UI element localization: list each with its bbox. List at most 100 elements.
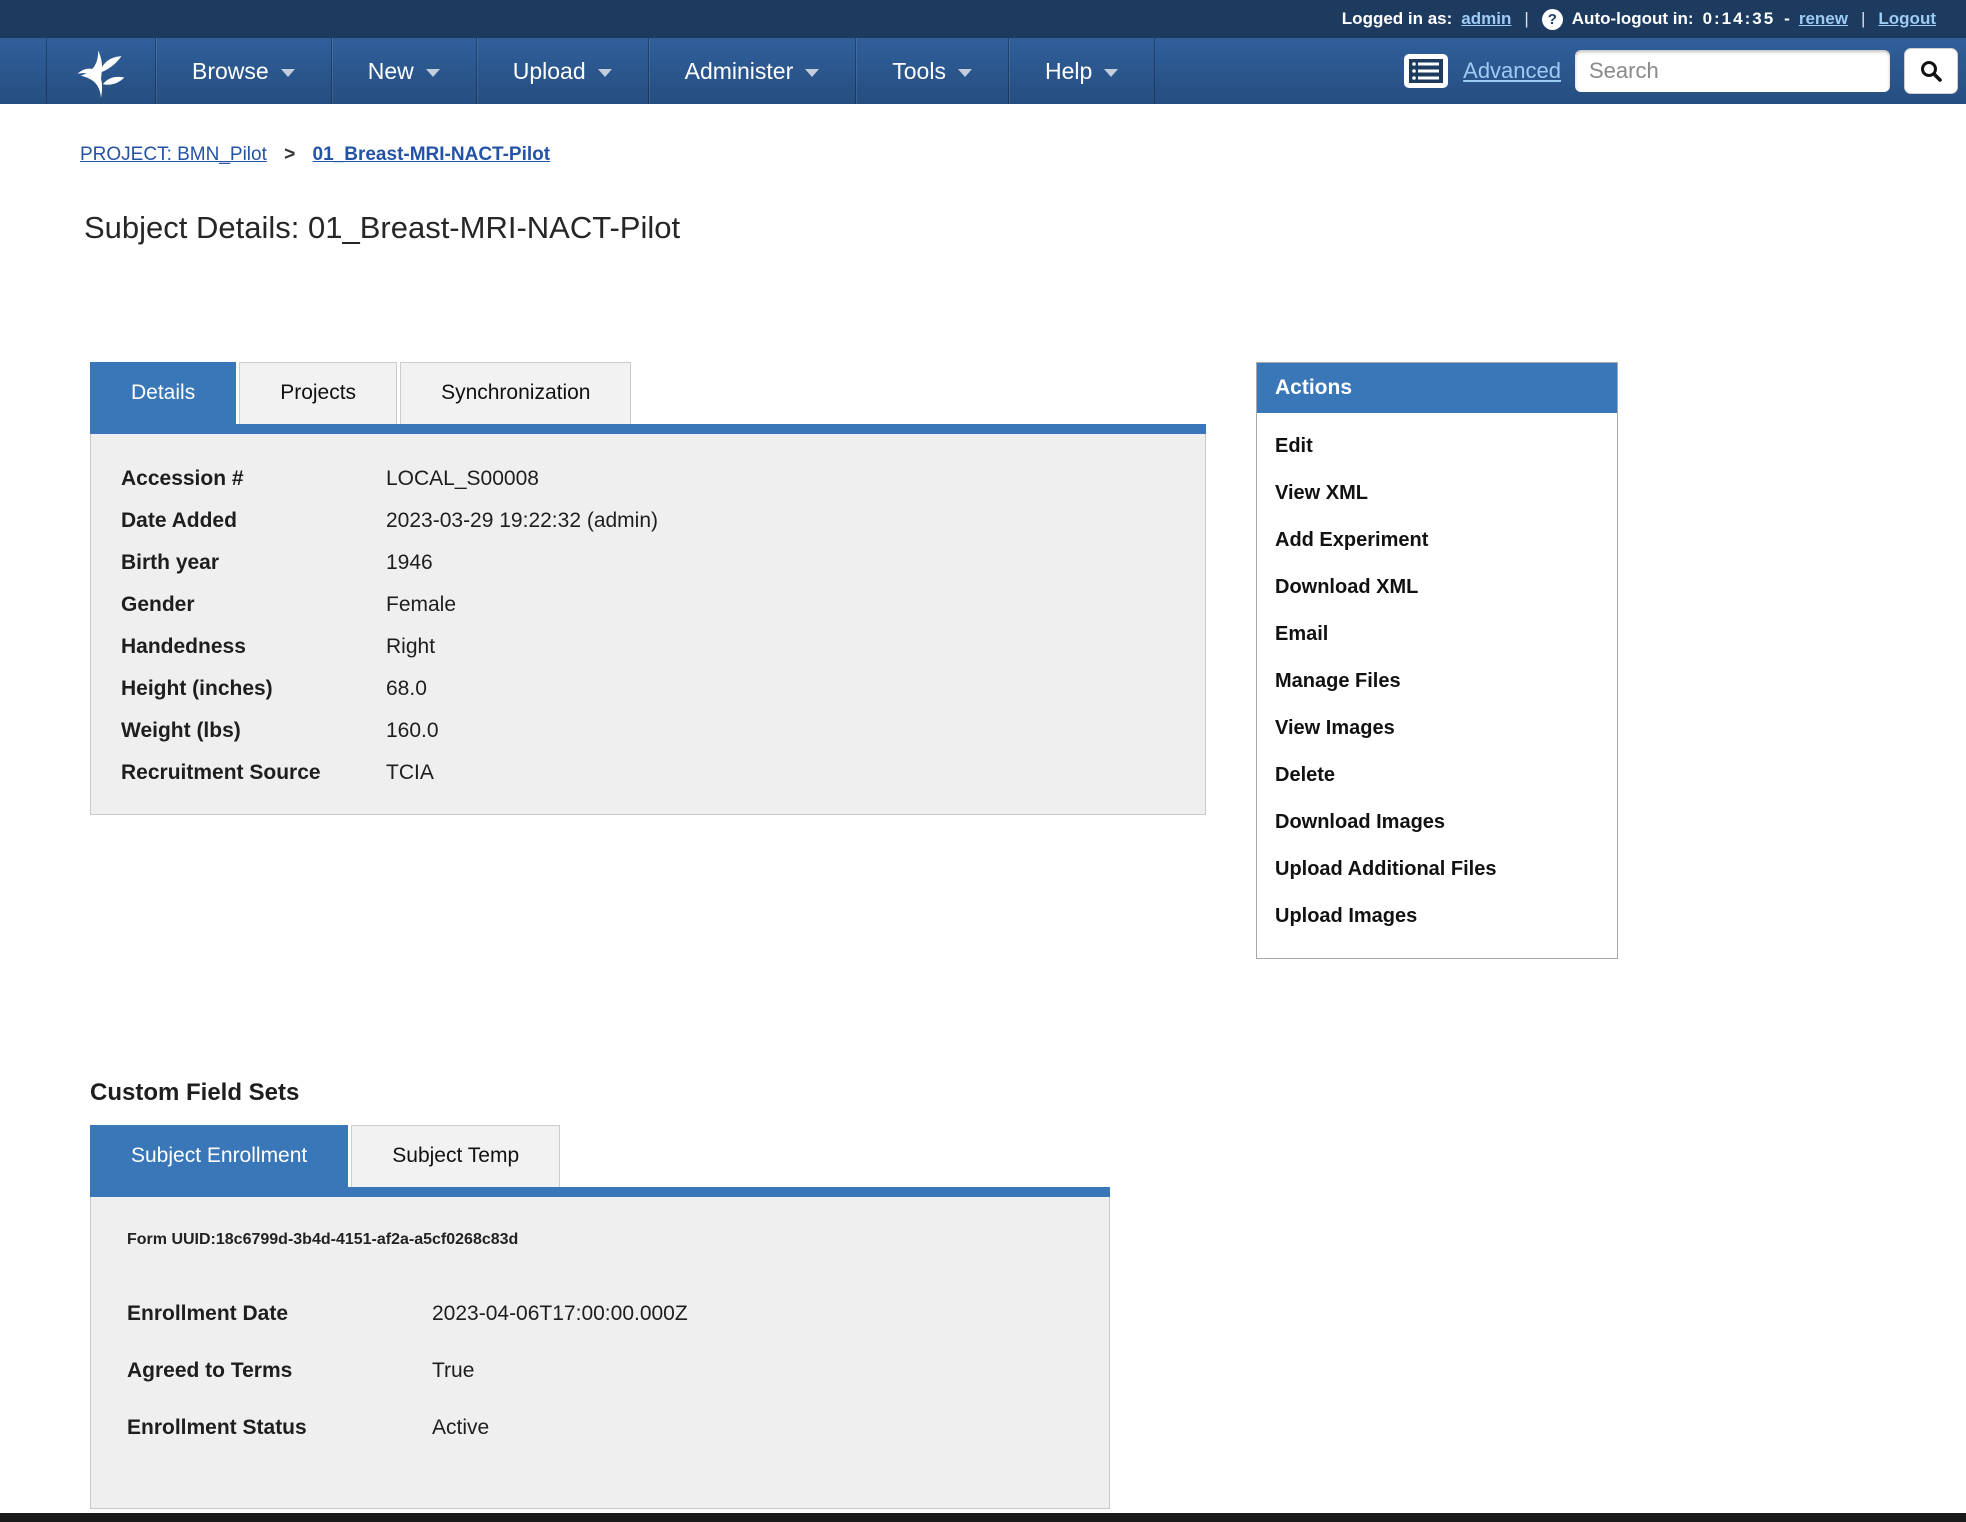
field-label: Date Added bbox=[121, 500, 386, 542]
action-edit[interactable]: Edit bbox=[1275, 423, 1599, 470]
nav-menu-label: Help bbox=[1045, 58, 1092, 85]
nav-menu-help[interactable]: Help bbox=[1009, 38, 1155, 104]
nav-search-area: Advanced bbox=[1403, 38, 1966, 104]
action-manage-files[interactable]: Manage Files bbox=[1275, 658, 1599, 705]
action-view-images[interactable]: View Images bbox=[1275, 705, 1599, 752]
field-value: 2023-04-06T17:00:00.000Z bbox=[432, 1285, 688, 1342]
help-icon[interactable]: ? bbox=[1542, 9, 1563, 30]
actions-panel-title: Actions bbox=[1257, 363, 1617, 413]
field-value: 68.0 bbox=[386, 668, 427, 710]
field-accession: Accession # LOCAL_S00008 bbox=[121, 458, 1175, 500]
action-upload-additional-files[interactable]: Upload Additional Files bbox=[1275, 846, 1599, 893]
chevron-down-icon bbox=[281, 69, 295, 77]
xnat-logo-icon bbox=[73, 43, 129, 99]
action-email[interactable]: Email bbox=[1275, 611, 1599, 658]
chevron-down-icon bbox=[598, 69, 612, 77]
breadcrumb-separator: > bbox=[284, 144, 295, 165]
action-upload-images[interactable]: Upload Images bbox=[1275, 893, 1599, 940]
field-enrollment-status: Enrollment Status Active bbox=[127, 1399, 1073, 1456]
tab-projects[interactable]: Projects bbox=[239, 362, 397, 424]
subject-details-section: Details Projects Synchronization Accessi… bbox=[90, 362, 1206, 959]
breadcrumb-subject-link[interactable]: 01_Breast-MRI-NACT-Pilot bbox=[313, 144, 551, 165]
action-view-xml[interactable]: View XML bbox=[1275, 470, 1599, 517]
field-enrollment-date: Enrollment Date 2023-04-06T17:00:00.000Z bbox=[127, 1285, 1073, 1342]
field-label: Agreed to Terms bbox=[127, 1342, 432, 1399]
chevron-down-icon bbox=[958, 69, 972, 77]
tab-subject-temp[interactable]: Subject Temp bbox=[351, 1125, 560, 1187]
nav-menu-new[interactable]: New bbox=[332, 38, 477, 104]
custom-field-sets-tabs: Subject Enrollment Subject Temp bbox=[90, 1125, 1110, 1187]
field-value: Active bbox=[432, 1399, 489, 1456]
nav-menu-upload[interactable]: Upload bbox=[477, 38, 649, 104]
chevron-down-icon bbox=[1104, 69, 1118, 77]
field-height: Height (inches) 68.0 bbox=[121, 668, 1175, 710]
field-weight: Weight (lbs) 160.0 bbox=[121, 710, 1175, 752]
main-row: Details Projects Synchronization Accessi… bbox=[90, 362, 1966, 959]
field-gender: Gender Female bbox=[121, 584, 1175, 626]
tab-synchronization[interactable]: Synchronization bbox=[400, 362, 631, 424]
field-label: Enrollment Date bbox=[127, 1285, 432, 1342]
nav-menu-label: Browse bbox=[192, 58, 269, 85]
action-download-xml[interactable]: Download XML bbox=[1275, 564, 1599, 611]
details-panel: Accession # LOCAL_S00008 Date Added 2023… bbox=[90, 434, 1206, 815]
nav-menu-label: Tools bbox=[892, 58, 946, 85]
actions-section: Actions Edit View XML Add Experiment Dow… bbox=[1256, 362, 1618, 959]
logged-in-label: Logged in as: bbox=[1342, 9, 1453, 29]
tab-subject-enrollment[interactable]: Subject Enrollment bbox=[90, 1125, 348, 1187]
page-content: PROJECT: BMN_Pilot > 01_Breast-MRI-NACT-… bbox=[0, 144, 1966, 1509]
form-uuid: Form UUID:18c6799d-3b4d-4151-af2a-a5cf02… bbox=[127, 1231, 1073, 1249]
nav-menu-label: New bbox=[368, 58, 414, 85]
custom-field-sets-heading: Custom Field Sets bbox=[90, 1079, 1110, 1107]
field-value: LOCAL_S00008 bbox=[386, 458, 539, 500]
username-link[interactable]: admin bbox=[1461, 9, 1511, 29]
field-value: True bbox=[432, 1342, 474, 1399]
field-value: 2023-03-29 19:22:32 (admin) bbox=[386, 500, 658, 542]
field-label: Birth year bbox=[121, 542, 386, 584]
search-button[interactable] bbox=[1904, 48, 1958, 94]
nav-menu-administer[interactable]: Administer bbox=[649, 38, 857, 104]
field-label: Accession # bbox=[121, 458, 386, 500]
tab-details[interactable]: Details bbox=[90, 362, 236, 424]
footer-bar bbox=[0, 1513, 1966, 1522]
chevron-down-icon bbox=[426, 69, 440, 77]
xnat-logo[interactable] bbox=[46, 38, 156, 104]
field-birth-year: Birth year 1946 bbox=[121, 542, 1175, 584]
nav-menu-label: Upload bbox=[513, 58, 586, 85]
autologout-timer: 0:14:35 bbox=[1703, 9, 1776, 29]
field-handedness: Handedness Right bbox=[121, 626, 1175, 668]
advanced-search-icon[interactable] bbox=[1403, 53, 1449, 89]
logout-link[interactable]: Logout bbox=[1878, 9, 1936, 29]
breadcrumb-project-link[interactable]: PROJECT: BMN_Pilot bbox=[80, 144, 267, 165]
actions-list: Edit View XML Add Experiment Download XM… bbox=[1257, 413, 1617, 958]
subject-enrollment-panel: Form UUID:18c6799d-3b4d-4151-af2a-a5cf02… bbox=[90, 1197, 1110, 1509]
nav-menu-browse[interactable]: Browse bbox=[156, 38, 332, 104]
nav-menu-tools[interactable]: Tools bbox=[856, 38, 1009, 104]
search-icon bbox=[1919, 59, 1943, 83]
field-date-added: Date Added 2023-03-29 19:22:32 (admin) bbox=[121, 500, 1175, 542]
page-title: Subject Details: 01_Breast-MRI-NACT-Pilo… bbox=[84, 210, 1966, 246]
advanced-search-link[interactable]: Advanced bbox=[1463, 58, 1561, 84]
action-download-images[interactable]: Download Images bbox=[1275, 799, 1599, 846]
field-label: Enrollment Status bbox=[127, 1399, 432, 1456]
topbar-separator: | bbox=[1520, 9, 1532, 29]
field-label: Handedness bbox=[121, 626, 386, 668]
dash: - bbox=[1784, 9, 1790, 29]
breadcrumb: PROJECT: BMN_Pilot > 01_Breast-MRI-NACT-… bbox=[80, 144, 1966, 166]
custom-field-sets-section: Custom Field Sets Subject Enrollment Sub… bbox=[90, 1079, 1110, 1509]
actions-panel: Actions Edit View XML Add Experiment Dow… bbox=[1256, 362, 1618, 959]
action-delete[interactable]: Delete bbox=[1275, 752, 1599, 799]
search-input[interactable] bbox=[1575, 50, 1890, 92]
topbar-separator: | bbox=[1857, 9, 1869, 29]
top-status-bar: Logged in as: admin | ? Auto-logout in: … bbox=[0, 0, 1966, 38]
details-tabs: Details Projects Synchronization bbox=[90, 362, 1206, 424]
field-value: 160.0 bbox=[386, 710, 439, 752]
tab-accent-strip bbox=[90, 1187, 1110, 1197]
action-add-experiment[interactable]: Add Experiment bbox=[1275, 517, 1599, 564]
field-label: Height (inches) bbox=[121, 668, 386, 710]
autologout-label: Auto-logout in: bbox=[1572, 9, 1694, 29]
tab-accent-strip bbox=[90, 424, 1206, 434]
field-label: Recruitment Source bbox=[121, 752, 386, 794]
field-label: Weight (lbs) bbox=[121, 710, 386, 752]
renew-link[interactable]: renew bbox=[1799, 9, 1848, 29]
nav-menu-label: Administer bbox=[685, 58, 794, 85]
